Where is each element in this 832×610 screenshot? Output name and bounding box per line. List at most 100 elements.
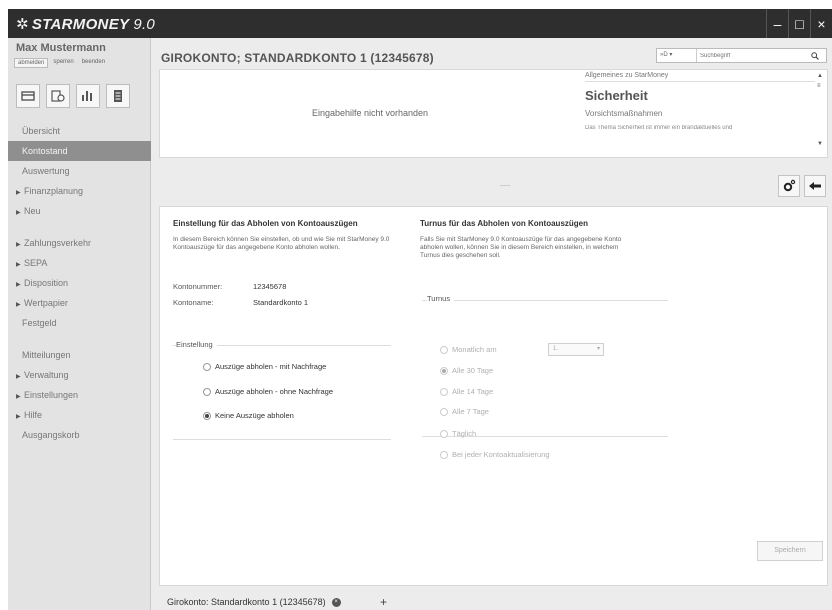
sidebar-item-label: Auswertung <box>22 166 70 176</box>
lock-link[interactable]: sperren <box>50 58 76 68</box>
select-value: 1. <box>553 346 559 352</box>
option-with-prompt[interactable]: Auszüge abholen - mit Nachfrage <box>203 362 326 371</box>
content-panel: Einstellung für das Abholen von Kontoaus… <box>159 206 828 586</box>
document-tab-bar: Girokonto: Standardkonto 1 (12345678) × … <box>151 594 832 610</box>
search-input[interactable] <box>697 49 809 62</box>
logout-link[interactable]: abmelden <box>14 58 49 68</box>
radio-button[interactable] <box>440 450 448 459</box>
app-logo: ✲ STARMONEY 9.0 <box>16 14 155 34</box>
settings-gear-button[interactable] <box>778 175 800 197</box>
close-tab-icon[interactable]: × <box>331 597 341 607</box>
sidebar-item-finanzplanung[interactable]: ▶ Finanzplanung <box>8 181 151 201</box>
window-controls: – □ × <box>766 9 832 38</box>
option-label: Auszüge abholen - ohne Nachfrage <box>215 387 334 396</box>
turnus-30-days[interactable]: Alle 30 Tage <box>440 366 493 375</box>
search-scope-dropdown[interactable]: »D ▾ <box>657 49 697 62</box>
sidebar-item-disposition[interactable]: ▶ Disposition <box>8 273 151 293</box>
option-label: Alle 7 Tage <box>452 407 489 416</box>
page-toolbar <box>778 175 826 197</box>
exit-link[interactable]: beenden <box>79 58 108 68</box>
left-section-desc: In diesem Bereich können Sie einstellen,… <box>173 236 390 251</box>
option-no-statements[interactable]: Keine Auszüge abholen <box>203 411 294 420</box>
scroll-down-icon[interactable]: ▼ <box>817 141 823 147</box>
radio-button[interactable] <box>440 407 448 416</box>
expand-arrow-icon: ▶ <box>16 282 21 288</box>
help-section-link[interactable]: Allgemeines zu StarMoney <box>585 72 815 82</box>
brand-version: 9.0 <box>133 15 156 33</box>
expand-arrow-icon: ▶ <box>16 242 21 248</box>
minimize-button[interactable]: – <box>766 9 788 38</box>
month-day-select[interactable]: 1. ▾ <box>548 343 604 356</box>
radio-button-checked[interactable] <box>203 411 211 420</box>
sidebar-item-hilfe[interactable]: ▶ Hilfe <box>8 405 151 425</box>
expand-arrow-icon: ▶ <box>16 394 21 400</box>
option-label: Keine Auszüge abholen <box>215 411 294 420</box>
sidebar-item-uebersicht[interactable]: Übersicht <box>8 121 151 141</box>
sidebar-item-sepa[interactable]: ▶ SEPA <box>8 253 151 273</box>
close-window-button[interactable]: × <box>810 9 832 38</box>
panel-resize-handle[interactable] <box>500 185 510 188</box>
radio-button-checked[interactable] <box>440 366 448 375</box>
sidebar: Max Mustermann abmelden sperren beenden … <box>8 38 151 610</box>
sidebar-item-festgeld[interactable]: Festgeld <box>8 313 151 333</box>
radio-button[interactable] <box>203 362 211 371</box>
expand-arrow-icon: ▶ <box>16 414 21 420</box>
radio-button[interactable] <box>440 345 448 354</box>
sidebar-item-ausgangskorb[interactable]: Ausgangskorb <box>8 425 151 445</box>
user-links: abmelden sperren beenden <box>14 58 108 68</box>
scroll-thumb-icon[interactable]: ≡ <box>817 83 821 89</box>
sidebar-item-verwaltung[interactable]: ▶ Verwaltung <box>8 365 151 385</box>
sidebar-item-label: Finanzplanung <box>24 186 84 196</box>
sidebar-item-label: SEPA <box>24 258 48 268</box>
search-box: »D ▾ <box>656 48 827 63</box>
document-icon[interactable] <box>106 84 130 108</box>
help-subtopic: Vorsichtsmaßnahmen <box>585 109 663 118</box>
save-button[interactable]: Speichern <box>757 541 823 561</box>
sidebar-item-mitteilungen[interactable]: Mitteilungen <box>8 345 151 365</box>
sidebar-item-label: Festgeld <box>22 318 57 328</box>
expand-arrow-icon: ▶ <box>16 190 21 196</box>
sidebar-item-zahlungsverkehr[interactable]: ▶ Zahlungsverkehr <box>8 233 151 253</box>
scroll-up-icon[interactable]: ▲ <box>817 73 823 79</box>
tab-girokonto[interactable]: Girokonto: Standardkonto 1 (12345678) × <box>167 597 341 607</box>
sidebar-nav: Übersicht Kontostand Auswertung ▶ Finanzp… <box>8 121 151 445</box>
radio-button[interactable] <box>440 429 448 438</box>
maximize-button[interactable]: □ <box>788 9 810 38</box>
title-bar: ✲ STARMONEY 9.0 – □ × <box>8 9 832 38</box>
option-label: Täglich <box>452 429 477 438</box>
transfer-icon[interactable] <box>46 84 70 108</box>
quick-icons <box>16 84 130 108</box>
sidebar-item-label: Übersicht <box>22 126 61 136</box>
app-window: ✲ STARMONEY 9.0 – □ × Max Mustermann abm… <box>8 9 832 610</box>
kontoname-label: Kontoname: <box>173 298 214 307</box>
sidebar-item-wertpapier[interactable]: ▶ Wertpapier <box>8 293 151 313</box>
turnus-legend: Turnus <box>427 294 455 303</box>
left-section-title: Einstellung für das Abholen von Kontoaus… <box>173 219 358 228</box>
option-without-prompt[interactable]: Auszüge abholen - ohne Nachfrage <box>203 387 333 396</box>
search-icon[interactable] <box>809 49 821 62</box>
starmoney-logo-icon: ✲ <box>16 16 29 33</box>
help-scrollbar[interactable]: ▲ ≡ ▼ <box>816 73 824 151</box>
help-panel: Eingabehilfe nicht vorhanden Allgemeines… <box>159 69 828 186</box>
turnus-each-update[interactable]: Bei jeder Kontoaktualisierung <box>440 450 550 459</box>
kontonummer-label: Kontonummer: <box>173 282 223 291</box>
back-button[interactable] <box>804 175 826 197</box>
turnus-daily[interactable]: Täglich <box>440 429 476 438</box>
turnus-7-days[interactable]: Alle 7 Tage <box>440 407 489 416</box>
sidebar-item-kontostand[interactable]: Kontostand <box>8 141 151 161</box>
accounts-icon[interactable] <box>16 84 40 108</box>
add-tab-button[interactable]: + <box>380 595 387 609</box>
sidebar-item-neu[interactable]: ▶ Neu <box>8 201 151 221</box>
chart-icon[interactable] <box>76 84 100 108</box>
turnus-monthly[interactable]: Monatlich am <box>440 345 497 354</box>
sidebar-item-auswertung[interactable]: Auswertung <box>8 161 151 181</box>
user-name: Max Mustermann <box>16 42 106 54</box>
expand-arrow-icon: ▶ <box>16 262 21 268</box>
sidebar-item-einstellungen[interactable]: ▶ Einstellungen <box>8 385 151 405</box>
main-area: GIROKONTO; STANDARDKONTO 1 (12345678) »D… <box>151 38 832 610</box>
turnus-14-days[interactable]: Alle 14 Tage <box>440 387 493 396</box>
radio-button[interactable] <box>203 387 211 396</box>
radio-button[interactable] <box>440 387 448 396</box>
option-label: Auszüge abholen - mit Nachfrage <box>215 362 327 371</box>
